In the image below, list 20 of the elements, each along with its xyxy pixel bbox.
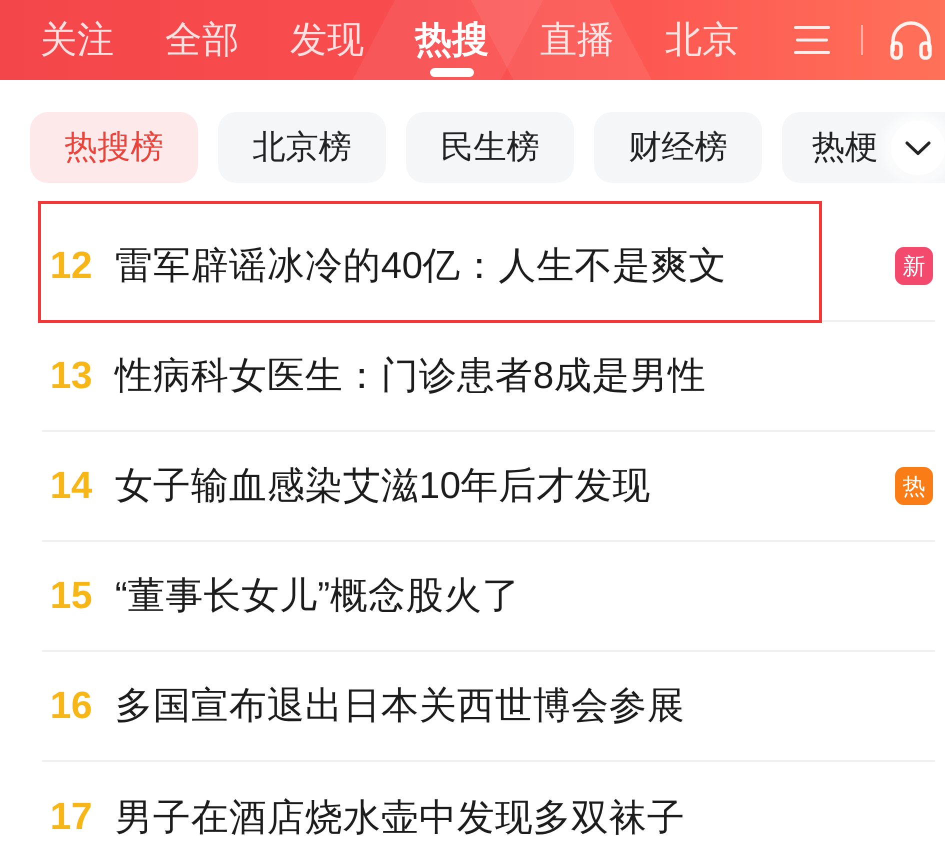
rank-number: 13 [50, 354, 94, 398]
topic-title[interactable]: 性病科女医生：门诊患者8成是男性 [115, 351, 706, 401]
rank-number: 16 [50, 684, 94, 728]
board-chip[interactable]: 北京榜 [218, 112, 386, 183]
tag-badge: 热 [895, 467, 933, 505]
rank-number: 17 [50, 796, 94, 839]
topic-title[interactable]: 雷军辟谣冰冷的40亿：人生不是爽文 [115, 241, 727, 291]
board-chip[interactable]: 民生榜 [406, 112, 574, 183]
topic-title[interactable]: 女子输血感染艾滋10年后才发现 [115, 461, 651, 511]
board-chip[interactable]: 财经榜 [594, 112, 762, 183]
topic-title[interactable]: “董事长女儿”概念股火了 [115, 571, 520, 621]
rank-number: 14 [50, 464, 94, 508]
chevron-down-icon [905, 140, 931, 156]
headphones-icon[interactable] [889, 20, 933, 60]
topic-title[interactable]: 男子在酒店烧水壶中发现多双袜子 [115, 792, 685, 842]
tag-badge: 新 [895, 247, 933, 285]
menu-icon[interactable] [794, 25, 830, 55]
rank-number: 12 [50, 244, 94, 288]
rank-number: 15 [50, 574, 94, 618]
topic-title[interactable]: 多国宣布退出日本关西世博会参展 [115, 681, 685, 731]
